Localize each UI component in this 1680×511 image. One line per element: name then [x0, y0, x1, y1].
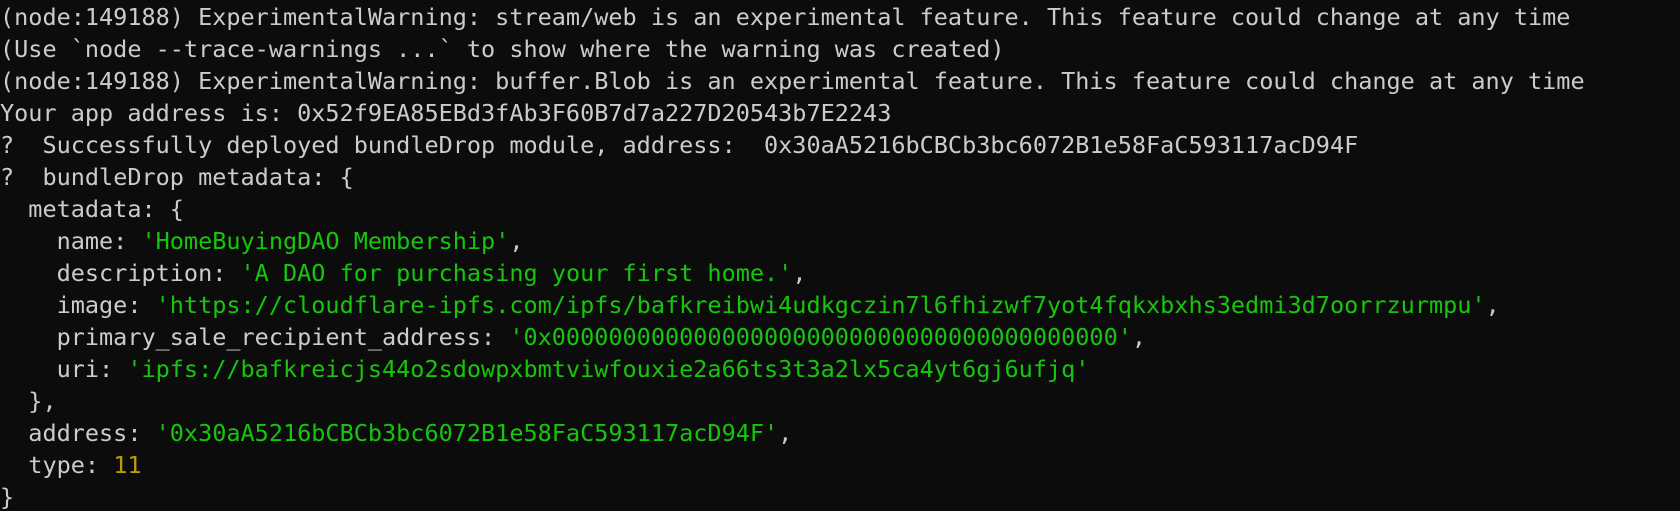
warning-line-buffer-blob: (node:149188) ExperimentalWarning: buffe… [0, 67, 1585, 95]
comma: , [1485, 291, 1500, 319]
metadata-close-line: }, [0, 387, 57, 415]
field-key: type: [0, 451, 114, 479]
field-key: image: [0, 291, 156, 319]
field-string-value: 'ipfs://bafkreicjs44o2sdowpxbmtviwfouxie… [127, 355, 1090, 383]
comma: , [1131, 323, 1147, 351]
field-string-value: '0x0000000000000000000000000000000000000… [509, 323, 1132, 351]
metadata-open-line: metadata: { [0, 195, 184, 223]
field-key: description: [0, 259, 241, 287]
field-key: name: [0, 227, 142, 255]
type-line: type: 11 [0, 449, 1680, 481]
comma: , [792, 259, 807, 287]
field-number-value: 11 [113, 451, 142, 479]
field-string-value: 'HomeBuyingDAO Membership' [141, 227, 510, 255]
unrendered-emoji-icon: ? [0, 163, 15, 191]
field-key: primary_sale_recipient_address: [0, 323, 510, 351]
warning-line-stream-web: (node:149188) ExperimentalWarning: strea… [0, 3, 1571, 31]
closing-brace-line: } [0, 483, 15, 511]
address-line: address: '0x30aA5216bCBCb3bc6072B1e58FaC… [0, 417, 1680, 449]
metadata-header-text: bundleDrop metadata: { [14, 163, 354, 191]
unrendered-emoji-icon: ? [0, 131, 15, 159]
field-string-value: '0x30aA5216bCBCb3bc6072B1e58FaC593117acD… [155, 419, 779, 447]
metadata-description-line: description: 'A DAO for purchasing your … [0, 257, 1680, 289]
app-address-line: Your app address is: 0x52f9EA85EBd3fAb3F… [0, 99, 892, 127]
field-string-value: 'A DAO for purchasing your first home.' [240, 259, 793, 287]
field-string-value: 'https://cloudflare-ipfs.com/ipfs/bafkre… [155, 291, 1486, 319]
terminal-window[interactable]: (node:149188) ExperimentalWarning: strea… [0, 0, 1680, 511]
metadata-uri-line: uri: 'ipfs://bafkreicjs44o2sdowpxbmtviwf… [0, 353, 1680, 385]
comma: , [778, 419, 793, 447]
comma: , [509, 227, 524, 255]
deploy-success-text: Successfully deployed bundleDrop module,… [14, 131, 1359, 159]
warning-trace-hint-line: (Use `node --trace-warnings ...` to show… [0, 35, 1005, 63]
field-key: uri: [0, 355, 128, 383]
metadata-header-line: ? bundleDrop metadata: { [0, 161, 1680, 193]
deploy-success-line: ? Successfully deployed bundleDrop modul… [0, 129, 1680, 161]
metadata-image-line: image: 'https://cloudflare-ipfs.com/ipfs… [0, 289, 1680, 321]
metadata-sale-recipient-line: primary_sale_recipient_address: '0x00000… [0, 321, 1680, 353]
metadata-name-line: name: 'HomeBuyingDAO Membership', [0, 225, 1680, 257]
field-key: address: [0, 419, 156, 447]
